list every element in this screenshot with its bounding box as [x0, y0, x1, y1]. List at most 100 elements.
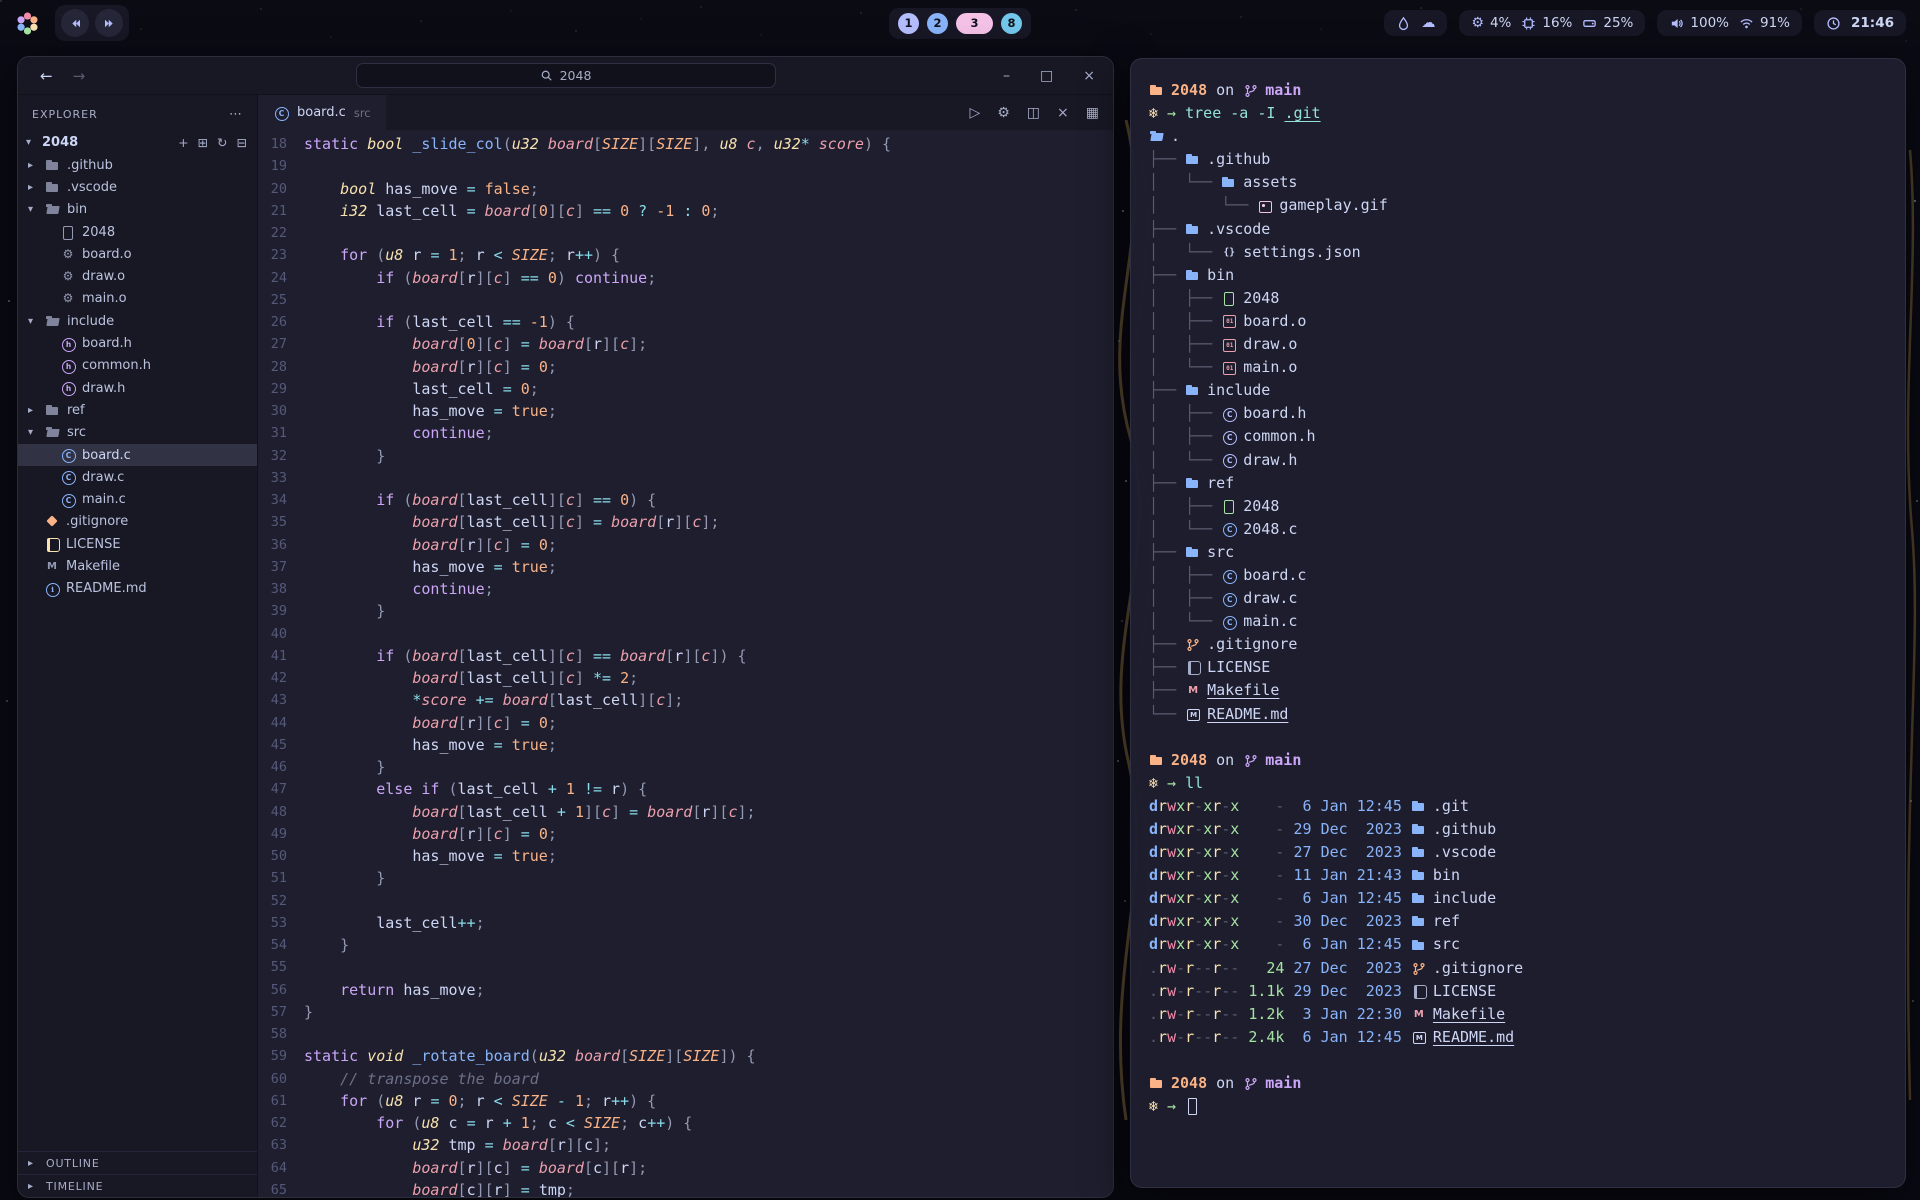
line-number: 29 — [258, 378, 304, 400]
maximize-button[interactable]: □ — [1040, 68, 1053, 84]
explorer-item-.gitignore[interactable]: .gitignore — [18, 511, 257, 533]
code-line: 46 } — [258, 756, 1113, 778]
code-editor[interactable]: 18static bool _slide_col(u32 board[SIZE]… — [258, 130, 1113, 1197]
split-editor-button[interactable]: ◫ — [1027, 105, 1040, 121]
code-line: 40 — [258, 623, 1113, 645]
line-number: 35 — [258, 511, 304, 533]
line-number: 52 — [258, 890, 304, 912]
explorer-item-common.h[interactable]: common.h — [18, 355, 257, 377]
forward-button[interactable]: → — [73, 67, 86, 85]
wifi-icon — [1739, 16, 1754, 31]
tree-entry-src: ├── src — [1149, 541, 1887, 564]
explorer-item-main.o[interactable]: main.o — [18, 288, 257, 310]
panel-timeline[interactable]: ▸TIMELINE — [18, 1174, 257, 1197]
line-number: 39 — [258, 600, 304, 622]
layout-button[interactable]: ▦ — [1086, 105, 1099, 121]
explorer-menu-icon[interactable]: ⋯ — [229, 107, 243, 122]
code-line: 43 *score += board[last_cell][c]; — [258, 689, 1113, 711]
code-line: 22 — [258, 222, 1113, 244]
chevron-down-icon: ▾ — [28, 316, 39, 327]
c-circle-icon — [1221, 591, 1237, 606]
close-editor-button[interactable]: × — [1057, 105, 1069, 121]
code-line: 33 — [258, 467, 1113, 489]
workspace-1[interactable]: 1 — [898, 13, 919, 34]
tab-path: src — [354, 106, 371, 120]
explorer-item-ref[interactable]: ▸ref — [18, 399, 257, 421]
folder-icon — [1185, 268, 1201, 283]
binary-icon — [1221, 314, 1237, 329]
explorer-item-Makefile[interactable]: Makefile — [18, 555, 257, 577]
tab-board-c[interactable]: board.c src — [258, 95, 386, 130]
explorer-item-bin[interactable]: ▾bin — [18, 199, 257, 221]
explorer-item-draw.o[interactable]: draw.o — [18, 265, 257, 287]
run-button[interactable]: ▷ — [969, 105, 980, 121]
tab-filename: board.c — [297, 105, 346, 120]
workspace-8[interactable]: 8 — [1001, 13, 1022, 34]
panel-outline[interactable]: ▸OUTLINE — [18, 1151, 257, 1174]
explorer-item-2048[interactable]: 2048 — [18, 221, 257, 243]
h-circle-icon — [60, 358, 76, 373]
close-button[interactable]: × — [1083, 68, 1095, 84]
media-prev-button[interactable] — [61, 9, 89, 37]
explorer-item-board.c[interactable]: board.c — [18, 444, 257, 466]
code-line: 32 } — [258, 445, 1113, 467]
explorer-item-README.md[interactable]: README.md — [18, 578, 257, 600]
explorer-title: EXPLORER — [32, 108, 98, 121]
explorer-item-src[interactable]: ▾src — [18, 422, 257, 444]
code-line: 37 has_move = true; — [258, 556, 1113, 578]
explorer-item-.github[interactable]: ▸.github — [18, 154, 257, 176]
app-logo-icon[interactable] — [14, 10, 41, 37]
book-icon — [1411, 984, 1427, 999]
explorer-item-include[interactable]: ▾include — [18, 310, 257, 332]
explorer-item-draw.h[interactable]: draw.h — [18, 377, 257, 399]
line-number: 64 — [258, 1157, 304, 1179]
folder-icon — [1185, 383, 1201, 398]
command-center-search[interactable]: 2048 — [356, 63, 776, 88]
refresh-button[interactable]: ↻ — [217, 135, 227, 150]
disk-usage: 25% — [1582, 15, 1633, 31]
folder-icon — [1185, 476, 1201, 491]
code-line: 61 for (u8 r = 0; r < SIZE - 1; r++) { — [258, 1090, 1113, 1112]
ll-entry-README.md: .rw-r--r-- 2.4k 6 Jan 12:45 README.md — [1149, 1026, 1887, 1049]
explorer-item-main.c[interactable]: main.c — [18, 488, 257, 510]
gear-icon — [60, 247, 76, 262]
tree-entry-board.c: │ ├── board.c — [1149, 564, 1887, 587]
tree-entry-.github: ├── .github — [1149, 148, 1887, 171]
settings-gear-button[interactable]: ⚙ — [997, 105, 1010, 121]
code-line: 27 board[0][c] = board[r][c]; — [258, 333, 1113, 355]
explorer-item-board.o[interactable]: board.o — [18, 243, 257, 265]
terminal-prompt: 2048 on main — [1149, 749, 1887, 772]
new-folder-button[interactable]: ⊞ — [198, 135, 208, 150]
explorer-item-board.h[interactable]: board.h — [18, 332, 257, 354]
new-file-button[interactable]: + — [178, 135, 188, 150]
folder-icon — [1411, 891, 1427, 906]
explorer-item-.vscode[interactable]: ▸.vscode — [18, 176, 257, 198]
image-icon — [1257, 199, 1273, 214]
workspace-3[interactable]: 3 — [956, 13, 993, 34]
code-line: 29 last_cell = 0; — [258, 378, 1113, 400]
code-line: 64 board[r][c] = board[c][r]; — [258, 1157, 1113, 1179]
terminal-prompt: 2048 on main — [1149, 1072, 1887, 1095]
line-number: 31 — [258, 422, 304, 444]
explorer-item-LICENSE[interactable]: LICENSE — [18, 533, 257, 555]
explorer-actions: + ⊞ ↻ ⊟ — [178, 135, 257, 150]
folder-icon — [1411, 914, 1427, 929]
explorer-root-folder[interactable]: ▾ 2048 +⊞↻⊟ — [18, 130, 257, 154]
folder-open-icon — [45, 425, 61, 440]
code-line: 35 board[last_cell][c] = board[r][c]; — [258, 511, 1113, 533]
back-button[interactable]: ← — [40, 67, 53, 85]
line-number: 36 — [258, 534, 304, 556]
line-number: 32 — [258, 445, 304, 467]
workspace-2[interactable]: 2 — [927, 13, 948, 34]
explorer-header: EXPLORER ⋯ — [18, 95, 257, 130]
explorer-item-draw.c[interactable]: draw.c — [18, 466, 257, 488]
media-next-button[interactable] — [95, 9, 123, 37]
clock-icon — [1826, 16, 1841, 31]
terminal-body[interactable]: 2048 on main❄ → tree -a -I .git.├── .git… — [1149, 79, 1887, 1118]
minimize-button[interactable]: – — [1003, 68, 1010, 84]
terminal-command: ❄ → — [1149, 1095, 1887, 1118]
make-m-icon — [44, 559, 60, 574]
collapse-all-button[interactable]: ⊟ — [237, 135, 247, 150]
editor-titlebar: ← → 2048 – □ × — [18, 57, 1113, 95]
chevron-right-icon: ▸ — [28, 160, 39, 171]
